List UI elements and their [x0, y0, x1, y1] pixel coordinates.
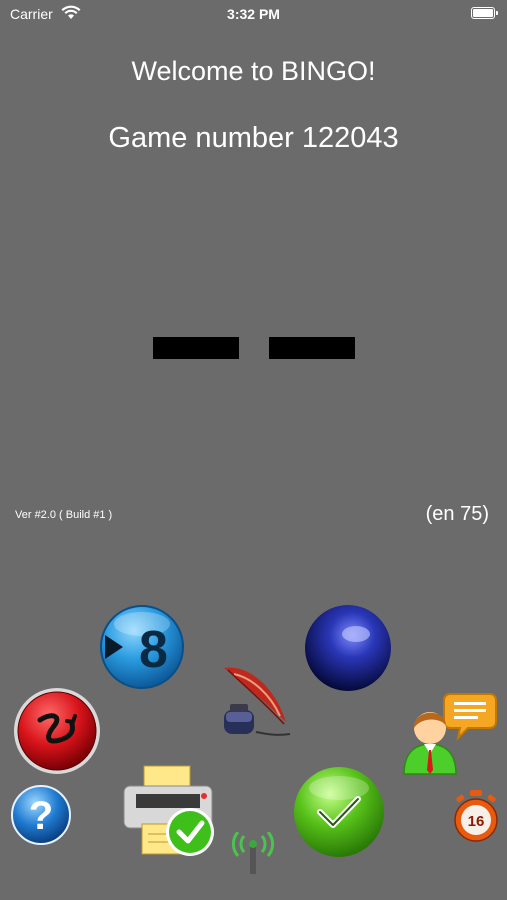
status-bar: Carrier 3:32 PM — [0, 0, 507, 28]
battery-icon — [471, 7, 498, 19]
svg-text:?: ? — [29, 794, 53, 838]
help-icon: ? — [11, 785, 71, 845]
antenna-button[interactable] — [232, 832, 274, 876]
stop-icon — [14, 688, 100, 774]
help-button[interactable]: ? — [10, 784, 72, 846]
check-button[interactable] — [293, 766, 385, 858]
ball-display-letter — [153, 337, 239, 359]
status-time: 3:32 PM — [227, 6, 280, 22]
stop-button[interactable] — [12, 686, 102, 776]
chat-person-icon — [403, 693, 497, 775]
quill-ink-icon — [224, 667, 291, 736]
next-number-button[interactable]: 8 — [99, 604, 185, 690]
print-card-button[interactable] — [122, 764, 218, 860]
blue-ball-icon — [305, 605, 391, 691]
timer-icon: 16 — [454, 790, 498, 842]
welcome-title: Welcome to BINGO! — [131, 56, 376, 86]
next-number-icon: 8 — [100, 605, 184, 689]
checkmark-icon — [294, 767, 384, 857]
printer-check-icon — [123, 765, 214, 856]
timer-button[interactable]: 16 — [452, 790, 500, 842]
antenna-icon — [232, 832, 274, 874]
language-count: (en 75) — [425, 503, 489, 525]
quill-ink-button[interactable] — [216, 664, 296, 740]
game-number: Game number 122043 — [108, 122, 399, 154]
ball-button[interactable] — [304, 604, 392, 692]
version-label: Ver #2.0 ( Build #1 ) — [15, 509, 113, 521]
ball-display-number — [269, 337, 355, 359]
chat-person-button[interactable] — [402, 688, 498, 778]
timer-value: 16 — [468, 813, 485, 830]
next-number-digit: 8 — [139, 621, 168, 679]
